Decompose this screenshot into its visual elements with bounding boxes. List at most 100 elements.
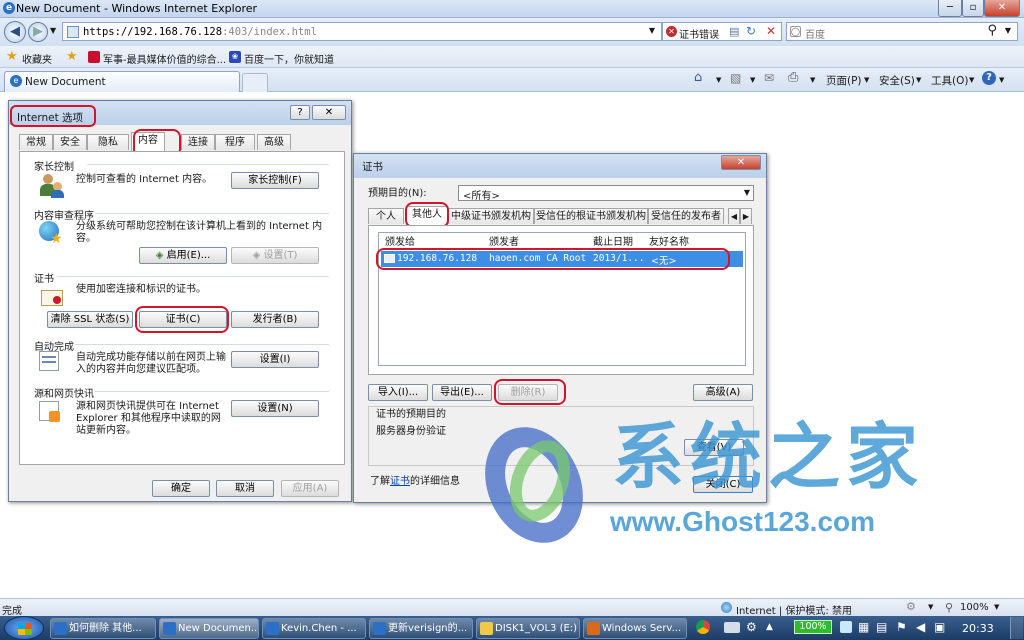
history-dropdown-icon[interactable]: ▼ — [50, 26, 56, 35]
autocomplete-settings-button[interactable]: 设置(I) — [231, 351, 319, 368]
flag-tray-icon[interactable]: ⚑ — [896, 620, 907, 634]
favorites-star-icon[interactable]: ★ — [6, 49, 18, 64]
speaker-tray-icon[interactable]: ◀ — [916, 620, 925, 634]
maximize-button[interactable]: ▫ — [962, 0, 984, 17]
network-tray-icon[interactable]: ▦ — [858, 620, 869, 634]
refresh-icon[interactable]: ↻ — [746, 24, 756, 38]
tab-personal[interactable]: 个人 — [368, 208, 404, 224]
search-icon[interactable]: ⚲ — [987, 23, 997, 38]
battery-icon[interactable] — [840, 621, 852, 633]
mail-icon[interactable]: ✉ — [764, 71, 774, 85]
tab-advanced[interactable]: 高级 — [257, 134, 291, 150]
tray-expand-icon[interactable]: ▲ — [766, 622, 773, 632]
cancel-button[interactable]: 取消 — [216, 480, 274, 497]
minimize-button[interactable]: ─ — [938, 0, 962, 17]
page-menu-dropdown-icon[interactable]: ▼ — [864, 76, 869, 84]
clipboard-tray-icon[interactable]: ▤ — [876, 620, 887, 634]
tab-privacy[interactable]: 隐私 — [87, 134, 129, 150]
certificate-error-button[interactable]: ✕ 证书错误 ▤ ↻ ✕ — [662, 22, 782, 41]
export-button[interactable]: 导出(E)... — [432, 384, 492, 401]
stop-icon[interactable]: ✕ — [766, 24, 776, 38]
clear-ssl-button[interactable]: 清除 SSL 状态(S) — [47, 311, 133, 328]
tab-new-document[interactable]: e New Document — [4, 71, 240, 92]
search-box[interactable]: ◯ 百度 ⚲ ▼ — [786, 22, 1018, 41]
taskbar-item-windows-server[interactable]: Windows Serv... — [583, 618, 687, 639]
search-input[interactable]: 百度 — [805, 26, 825, 41]
home-dropdown-icon[interactable]: ▼ — [716, 76, 721, 84]
publishers-button[interactable]: 发行者(B) — [231, 311, 319, 328]
tab-scroll-right-icon[interactable]: ▶ — [740, 208, 752, 224]
purpose-select[interactable]: <所有> ▼ — [458, 185, 754, 202]
tab-scroll-left-icon[interactable]: ◀ — [728, 208, 740, 224]
tools-menu[interactable]: 工具(O) — [931, 73, 968, 88]
safety-menu[interactable]: 安全(S) — [879, 73, 915, 88]
feeds-settings-button[interactable]: 设置(N) — [231, 400, 319, 417]
tab-security[interactable]: 安全 — [53, 134, 87, 150]
close-dialog-button[interactable]: ✕ — [312, 105, 346, 120]
apply-button[interactable]: 应用(A) — [281, 480, 339, 497]
address-input[interactable]: https://192.168.76.128:403/index.html ▼ — [62, 22, 662, 41]
taskbar-item-ie-4[interactable]: 更新verisign的... — [369, 618, 473, 639]
advisor-settings-button[interactable]: ◈ 设置(T) — [231, 247, 319, 264]
tab-programs[interactable]: 程序 — [215, 134, 255, 150]
taskbar-item-ie-3[interactable]: Kevin.Chen - ... — [262, 618, 366, 639]
back-button[interactable]: ◀ — [4, 21, 26, 43]
compat-view-icon[interactable]: ▤ — [729, 25, 739, 38]
taskbar-item-ie-1[interactable]: 如何删除 其他... — [50, 618, 156, 639]
zoom-icon[interactable]: ⚲ — [945, 601, 953, 614]
feeds-icon[interactable]: ▧ — [730, 71, 741, 85]
favorites-bar: ★ 收藏夹 ★ 军事-最具媒体价值的综合... ❀ 百度一下，你就知道 — [0, 46, 1024, 68]
show-desktop-button[interactable] — [1010, 617, 1023, 639]
ok-button[interactable]: 确定 — [152, 480, 210, 497]
settings-tray-icon[interactable]: ⚙ — [746, 620, 757, 634]
taskbar-item-label: DISK1_VOL3 (E:) — [495, 623, 578, 634]
keyboard-tray-icon[interactable] — [724, 622, 740, 633]
start-button[interactable] — [4, 616, 44, 640]
close-window-button[interactable]: ✕ — [984, 0, 1020, 17]
add-favorite-icon[interactable]: ★ — [66, 49, 78, 64]
import-button[interactable]: 导入(I)... — [368, 384, 428, 401]
enable-advisor-button[interactable]: ◈ 启用(E)... — [139, 247, 227, 264]
zoom-magnifier-icon[interactable]: ⚙ — [906, 600, 916, 613]
shield-icon: ◈ — [155, 250, 164, 261]
print-icon[interactable]: ⎙ — [788, 70, 798, 85]
tools-menu-dropdown-icon[interactable]: ▼ — [969, 76, 974, 84]
help-button[interactable]: ? — [290, 105, 310, 120]
print-dropdown-icon[interactable]: ▼ — [810, 76, 815, 84]
tab-general[interactable]: 常规 — [19, 134, 53, 150]
home-icon[interactable]: ⌂ — [694, 70, 702, 85]
tab-intermediate-ca[interactable]: 中级证书颁发机构 — [448, 208, 534, 224]
settings-button-label: 设置(T) — [263, 250, 298, 261]
tab-connections[interactable]: 连接 — [181, 134, 215, 150]
help-dropdown-icon[interactable]: ▼ — [999, 76, 1004, 84]
advisor-heading: 内容审查程序 — [34, 211, 94, 222]
safety-menu-dropdown-icon[interactable]: ▼ — [916, 76, 921, 84]
page-menu[interactable]: 页面(P) — [826, 73, 862, 88]
zoom-dropdown-icon[interactable]: ▼ — [994, 603, 999, 611]
taskbar-item-explorer[interactable]: DISK1_VOL3 (E:) — [476, 618, 580, 639]
help-icon[interactable]: ? — [982, 71, 996, 85]
clock[interactable]: 20:33 — [962, 622, 994, 635]
parental-controls-button[interactable]: 家长控制(F) — [231, 172, 319, 189]
fav-link-baidu[interactable]: 百度一下，你就知道 — [244, 51, 334, 66]
new-tab-button[interactable] — [242, 73, 268, 92]
zoom-options-dropdown-icon[interactable]: ▼ — [928, 603, 933, 611]
search-dropdown-icon[interactable]: ▼ — [1005, 26, 1011, 35]
learn-more-link[interactable]: 证书 — [390, 476, 410, 487]
zoom-level[interactable]: 100% — [960, 602, 989, 613]
forward-button[interactable]: ▶ — [28, 22, 48, 42]
feeds-dropdown-icon[interactable]: ▼ — [750, 76, 755, 84]
zone-text[interactable]: Internet | 保护模式: 禁用 — [736, 602, 852, 617]
battery-indicator[interactable]: 100% — [794, 620, 832, 634]
taskbar-item-ie-2[interactable]: New Documen... — [159, 618, 259, 639]
favorites-button[interactable]: 收藏夹 — [22, 51, 52, 66]
notes-tray-icon[interactable]: ▣ — [934, 620, 945, 634]
chrome-tray-icon[interactable] — [696, 620, 710, 634]
fav-link-news[interactable]: 军事-最具媒体价值的综合... — [103, 51, 226, 66]
tab-trusted-root-ca[interactable]: 受信任的根证书颁发机构 — [534, 208, 648, 224]
purposes-heading: 证书的预期目的 — [376, 409, 446, 420]
address-dropdown-icon[interactable]: ▼ — [649, 26, 655, 35]
annotation-highlight — [10, 105, 96, 127]
close-cert-dialog-button[interactable]: ✕ — [721, 155, 761, 170]
tab-trusted-publishers[interactable]: 受信任的发布者 — [648, 208, 724, 224]
